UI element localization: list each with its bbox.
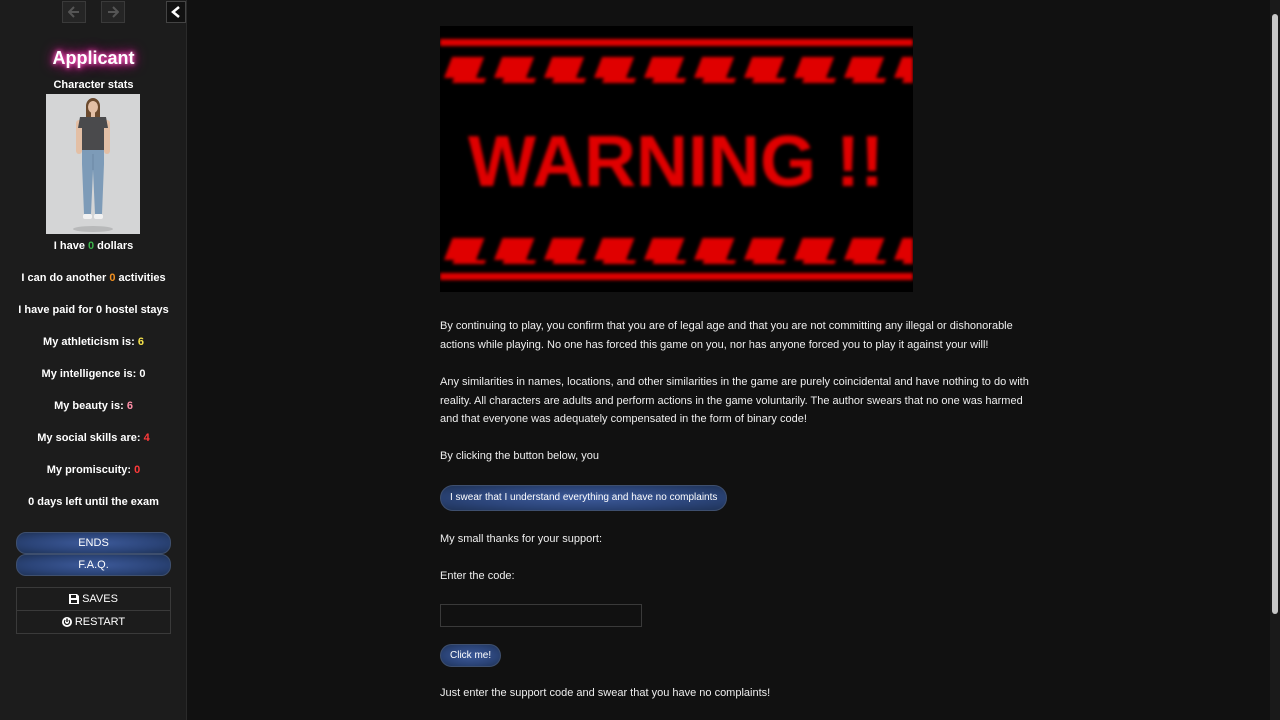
stat-promiscuity: My promiscuity: 0 [46,464,141,476]
chevron-left-icon [171,6,180,18]
disclaimer-paragraph-3: By clicking the button below, you [440,450,599,462]
warning-banner-image: WARNING !! [440,26,913,292]
story-passage: WARNING !! By continuing to play, you co… [188,0,1270,720]
ends-button[interactable]: ENDS [16,532,171,554]
stat-activities: I can do another 0 activities [21,272,166,284]
beauty-value: 6 [126,400,133,412]
thanks-label: My small thanks for your support: [440,533,603,545]
warning-banner-graphic: WARNING !! [440,26,913,292]
swear-button[interactable]: I swear that I understand everything and… [440,485,728,511]
character-title: Applicant [52,48,135,68]
restart-button[interactable]: RESTART [16,610,171,634]
warning-text: WARNING !! [468,122,884,202]
stat-beauty: My beauty is: 6 [54,400,133,412]
page-scrollbar[interactable] [1270,0,1280,720]
social-skills-value: 4 [143,432,150,444]
power-icon [61,617,72,627]
stat-dollars: I have 0 dollars [53,240,134,252]
character-stats-label: Character stats [53,79,134,91]
scrollbar-thumb[interactable] [1272,14,1278,614]
footer-instruction: Just enter the support code and swear th… [440,687,771,699]
support-code-input[interactable] [440,604,642,627]
saves-label: SAVES [82,593,118,605]
character-portrait [46,94,140,234]
disclaimer-paragraph-2: Any similarities in names, locations, an… [440,376,1029,425]
faq-button[interactable]: F.A.Q. [16,554,171,576]
stat-hostel-stays: I have paid for 0 hostel stays [18,304,169,316]
floppy-disk-icon [69,594,80,604]
stat-social-skills: My social skills are: 4 [37,432,150,444]
stat-intelligence: My intelligence is: 0 [41,368,146,380]
history-back-button[interactable] [62,1,86,23]
sidebar: Applicant Character stats I have 0 dolla… [0,0,187,720]
arrow-right-icon [108,6,119,18]
portrait-image [46,94,140,234]
click-me-button[interactable]: Click me! [440,644,502,667]
disclaimer-paragraph-1: By continuing to play, you confirm that … [440,320,1013,351]
sidebar-toggle-button[interactable] [166,1,186,23]
stat-athleticism: My athleticism is: 6 [43,336,144,348]
history-forward-button[interactable] [101,1,125,23]
enter-code-label: Enter the code: [440,570,515,582]
restart-label: RESTART [74,616,126,628]
promiscuity-value: 0 [134,464,141,476]
saves-button[interactable]: SAVES [16,587,171,611]
stat-days-left: 0 days left until the exam [28,496,159,508]
arrow-left-icon [68,6,79,18]
athleticism-value: 6 [137,336,144,348]
intelligence-value: 0 [139,368,146,380]
